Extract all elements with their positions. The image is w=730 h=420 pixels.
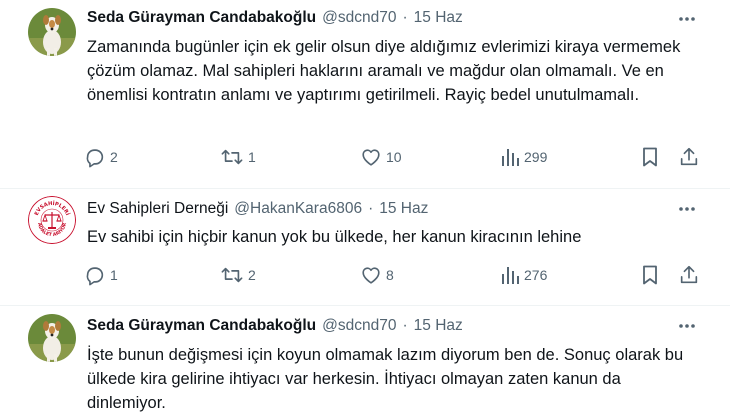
separator-dot: · xyxy=(402,9,408,26)
reply-button[interactable]: 2 xyxy=(84,145,118,169)
views-button[interactable]: 299 xyxy=(500,145,547,169)
share-icon xyxy=(680,265,698,284)
bookmark-button[interactable] xyxy=(640,145,660,169)
view-count: 276 xyxy=(524,267,548,283)
retweet-count: 2 xyxy=(248,267,256,283)
retweet-count: 1 xyxy=(248,149,256,165)
reply-count: 1 xyxy=(110,267,118,283)
tweet-text: Ev sahibi için hiçbir kanun yok bu ülked… xyxy=(87,228,582,246)
share-button[interactable] xyxy=(678,145,700,169)
more-options-button[interactable] xyxy=(676,8,698,30)
reply-icon xyxy=(86,267,104,286)
author-handle[interactable]: @sdcnd70 xyxy=(322,317,396,335)
views-bar-chart-icon xyxy=(502,149,519,166)
retweet-button[interactable]: 1 xyxy=(220,145,256,169)
author-name[interactable]: Seda Gürayman Candabakoğlu xyxy=(87,9,316,27)
heart-icon xyxy=(362,149,380,166)
like-count: 8 xyxy=(386,267,394,283)
more-dots-icon xyxy=(679,207,695,211)
tweet-date[interactable]: 15 Haz xyxy=(414,317,463,335)
retweet-icon xyxy=(221,267,243,283)
more-options-button[interactable] xyxy=(676,198,698,220)
share-icon xyxy=(680,147,698,166)
bookmark-button[interactable] xyxy=(640,263,660,287)
user-avatar[interactable]: EVSAHİPLERİ ADALET ARIYOR xyxy=(28,196,76,244)
dog-avatar-icon xyxy=(28,8,76,56)
more-options-button[interactable] xyxy=(676,315,698,337)
bookmark-icon xyxy=(643,147,657,167)
retweet-icon xyxy=(221,149,243,165)
tweet-header: Ev Sahipleri Derneği @HakanKara6806 · 15… xyxy=(87,198,428,220)
author-handle[interactable]: @HakanKara6806 xyxy=(234,200,362,218)
dog-avatar-icon xyxy=(28,314,76,362)
user-avatar[interactable] xyxy=(28,8,76,56)
association-logo-icon: EVSAHİPLERİ ADALET ARIYOR xyxy=(28,196,76,244)
more-dots-icon xyxy=(679,324,695,328)
tweet-header: Seda Gürayman Candabakoğlu @sdcnd70 · 15… xyxy=(87,7,463,29)
reply-icon xyxy=(86,149,104,168)
author-name[interactable]: Ev Sahipleri Derneği xyxy=(87,200,228,218)
reply-count: 2 xyxy=(110,149,118,165)
like-button[interactable]: 8 xyxy=(360,263,394,287)
reply-button[interactable]: 1 xyxy=(84,263,118,287)
retweet-button[interactable]: 2 xyxy=(220,263,256,287)
tweet-actions: 2 1 10 299 xyxy=(84,145,704,169)
tweet-1[interactable]: Seda Gürayman Candabakoğlu @sdcnd70 · 15… xyxy=(0,0,730,189)
tweet-header: Seda Gürayman Candabakoğlu @sdcnd70 · 15… xyxy=(87,315,463,337)
heart-icon xyxy=(362,267,380,284)
author-handle[interactable]: @sdcnd70 xyxy=(322,9,396,27)
tweet-text: İşte bunun değişmesi için koyun olmamak … xyxy=(87,346,684,412)
views-bar-chart-icon xyxy=(502,267,519,284)
separator-dot: · xyxy=(368,200,374,217)
tweet-actions: 1 2 8 276 xyxy=(84,263,704,287)
tweet-text: Zamanında bugünler için ek gelir olsun d… xyxy=(87,38,681,104)
tweet-date[interactable]: 15 Haz xyxy=(379,200,428,218)
bookmark-icon xyxy=(643,265,657,285)
tweet-date[interactable]: 15 Haz xyxy=(414,9,463,27)
like-count: 10 xyxy=(386,149,402,165)
tweet-3[interactable]: Seda Gürayman Candabakoğlu @sdcnd70 · 15… xyxy=(0,306,730,420)
like-button[interactable]: 10 xyxy=(360,145,402,169)
author-name[interactable]: Seda Gürayman Candabakoğlu xyxy=(87,317,316,335)
more-dots-icon xyxy=(679,17,695,21)
view-count: 299 xyxy=(524,149,548,165)
user-avatar[interactable] xyxy=(28,314,76,362)
views-button[interactable]: 276 xyxy=(500,263,547,287)
tweet-2[interactable]: EVSAHİPLERİ ADALET ARIYOR Ev Sahipleri D… xyxy=(0,189,730,306)
separator-dot: · xyxy=(402,317,408,334)
share-button[interactable] xyxy=(678,263,700,287)
